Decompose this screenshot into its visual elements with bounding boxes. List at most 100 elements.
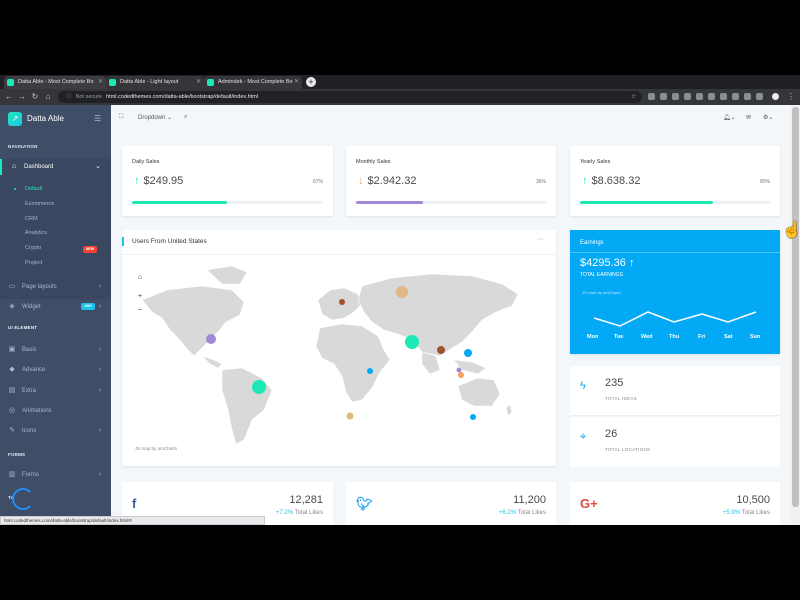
users-map-card: Users From United States ··· ⌂ + − JS ma… [122,230,556,466]
extension-icon[interactable] [648,93,655,100]
social-value: 11,200 [513,494,546,506]
mail-icon[interactable]: ✉ [746,114,751,121]
reload-icon[interactable]: ↻ [30,91,40,103]
extension-icon[interactable] [684,93,691,100]
dropdown-button[interactable]: Dropdown ⌄ [138,114,172,121]
extension-icon[interactable] [708,93,715,100]
extension-icon[interactable] [756,93,763,100]
earnings-subtitle: TOTAL EARNINGS [580,272,623,278]
sales-value: ↑ $249.95 [134,175,183,187]
sales-value: ↓ $2.942.32 [358,175,416,187]
map-bubble [458,372,464,378]
scrollbar-thumb[interactable] [792,107,799,507]
new-zealand [505,403,513,417]
progress-track [132,201,322,204]
status-bar-url: html.codedthemes.com/datta-able/bootstra… [0,516,265,525]
map-bubble [252,380,266,394]
scrollbar[interactable] [791,105,800,525]
extension-icon[interactable] [672,93,679,100]
extension-icon[interactable] [720,93,727,100]
asia [357,273,519,357]
submenu-crm[interactable]: CRM [25,216,38,222]
south-america [221,367,273,445]
new-tab-button[interactable]: + [306,77,316,87]
chart-credit[interactable]: JS chart by amCharts [582,290,620,295]
hamburger-icon[interactable]: ☰ [94,114,101,123]
sales-amount: $249.95 [143,175,184,187]
sidebar-item-page-layouts[interactable]: ▭ Page layouts › [0,279,111,295]
map-bubble [346,412,354,420]
social-change: +7.2% Total Likes [276,510,323,516]
search-icon[interactable]: ⌕ [184,114,187,121]
more-icon[interactable]: ··· [537,236,544,243]
extension-icon[interactable] [696,93,703,100]
profile-icon[interactable] [772,93,779,100]
url-field[interactable]: ⓘ Not secure html.codedthemes.com/datta-ab… [58,91,642,103]
favicon-icon [109,79,116,86]
sidebar-item-animations[interactable]: ◎ Animations [0,403,111,419]
tab-title: Datta Able - Light layout [120,79,179,85]
sidebar-item-forms[interactable]: ▥ Forms › [0,467,111,483]
submenu-crypto[interactable]: Crypto [25,245,41,251]
map-bubble [470,414,476,420]
map-bubble [367,368,373,374]
browser-tab-3[interactable]: Admindek - Most Complete Bo ✕ [204,76,302,89]
submenu-project[interactable]: Project [25,260,42,266]
australia [457,377,501,407]
sidebar-item-label: Animations [22,408,52,414]
card-title: Daily Sales [132,159,160,165]
map-credit[interactable]: JS map by amCharts [135,446,177,451]
submenu-analytics[interactable]: Analytics [25,230,47,236]
fullscreen-icon[interactable]: ⛶ [119,114,123,121]
browser-tab-1[interactable]: Datta Able - Most Complete Bo ✕ [4,76,106,89]
sidebar-item-label: Page layouts [22,284,57,290]
sidebar-item-advance[interactable]: ◆ Advance › [0,362,111,378]
stat-label: TOTAL LOCATIONS [605,447,651,452]
browser-window: Datta Able - Most Complete Bo ✕ Datta Abl… [0,75,800,525]
divider [122,254,556,255]
close-icon[interactable]: ✕ [98,76,103,89]
star-icon[interactable]: ☆ [631,91,636,103]
sidebar-item-widget[interactable]: ◈ Widget 100+ › [0,299,111,315]
sidebar-item-basic[interactable]: ▣ Basic › [0,342,111,358]
map-bubble [437,346,445,354]
settings-icon[interactable]: ⚙⌄ [763,114,773,121]
day-label: Tue [614,334,624,340]
sidebar-item-dashboard[interactable]: ⌂ Dashboard ⌄ [0,159,111,175]
menu-kebab-icon[interactable]: ⋮ [786,91,796,103]
sidebar-item-icons[interactable]: ✎ Icons › [0,423,111,439]
social-value: 10,500 [736,494,770,506]
forward-icon[interactable]: → [17,91,27,103]
screen: Datta Able - Most Complete Bo ✕ Datta Abl… [0,0,800,600]
dropdown-label: Dropdown [138,115,166,121]
progress-fill [132,201,227,204]
change-label: Total Likes [741,510,770,516]
close-icon[interactable]: ✕ [294,76,299,89]
back-icon[interactable]: ← [4,91,14,103]
submenu-default[interactable]: Default [25,186,42,192]
social-change: +5.9% Total Likes [723,510,770,516]
extension-icon[interactable] [744,93,751,100]
submenu-ecommerce[interactable]: Ecommerce [25,201,54,207]
extension-icon[interactable] [660,93,667,100]
sales-amount: $2.942.32 [367,175,417,187]
progress-track [356,201,546,204]
home-icon: ⌂ [11,163,17,170]
map-bubble [339,299,345,305]
day-label: Wed [641,334,653,340]
earnings-card: Earnings $4295.36 ↑ TOTAL EARNINGS JS ch… [570,230,780,354]
close-icon[interactable]: ✕ [196,76,201,89]
favicon-icon [207,79,214,86]
home-icon[interactable]: ⌂ [43,91,53,103]
extension-icon[interactable] [732,93,739,100]
sidebar-item-extra[interactable]: ▤ Extra › [0,383,111,399]
layers-icon: ◈ [9,303,15,310]
browser-tab-2[interactable]: Datta Able - Light layout ✕ [106,76,204,89]
change-label: Total Likes [294,510,323,516]
google-plus-card: G+ 10,500 +5.9% Total Likes [570,482,780,525]
brand-logo-icon: ↗ [8,112,22,126]
bell-icon[interactable]: 🔔︎⌄ [723,114,736,121]
divider [570,252,780,253]
day-label: Mon [587,334,599,340]
url-text: html.codedthemes.com/datta-able/bootstra… [106,94,259,100]
